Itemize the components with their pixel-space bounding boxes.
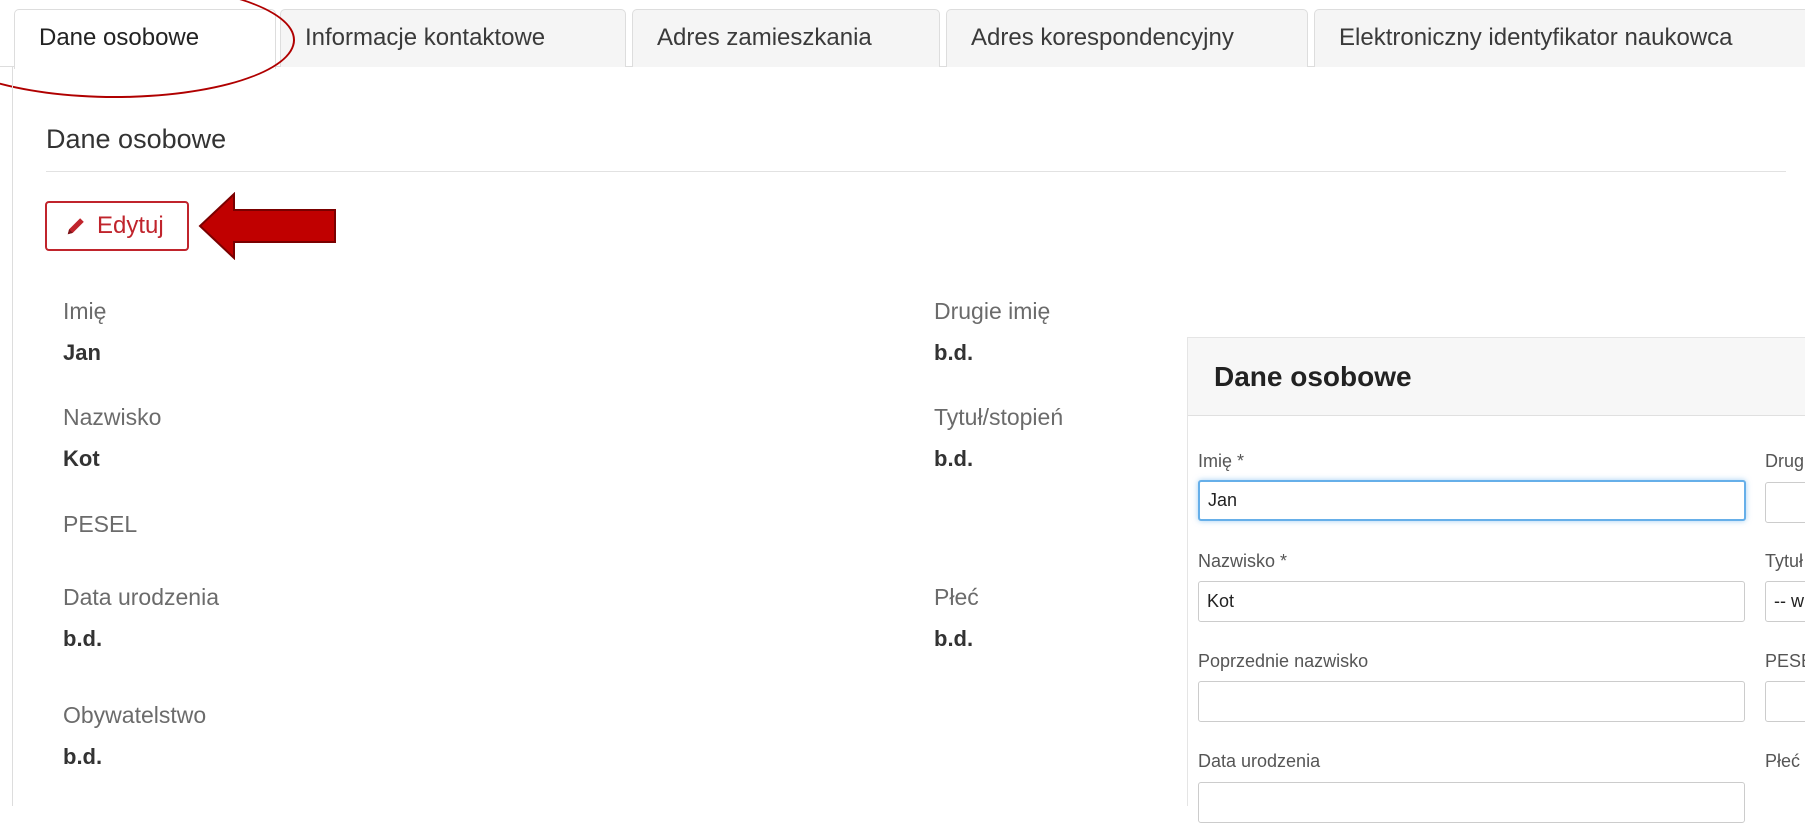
form-label-tytul: Tytuł	[1765, 551, 1804, 571]
imie-input[interactable]	[1198, 480, 1746, 521]
form-label-poprzednie-nazwisko: Poprzednie nazwisko	[1198, 651, 1369, 671]
pencil-icon	[67, 218, 84, 235]
drugie-imie-input[interactable]	[1765, 482, 1805, 523]
form-label-data-urodzenia: Data urodzenia	[1198, 751, 1321, 771]
field-value-imie: Jan	[63, 340, 101, 365]
field-label-nazwisko: Nazwisko	[63, 404, 162, 430]
tytul-select[interactable]: -- w	[1765, 581, 1805, 622]
form-label-drugie-imie: Drug	[1765, 451, 1805, 471]
form-label-nazwisko: Nazwisko *	[1198, 551, 1288, 571]
field-value-tytul: b.d.	[934, 446, 974, 471]
field-label-pesel: PESEL	[63, 511, 138, 537]
edit-form-header: Dane osobowe	[1188, 338, 1805, 416]
field-value-nazwisko: Kot	[63, 446, 100, 471]
field-label-tytul: Tytuł/stopień	[934, 404, 1064, 430]
form-label-imie: Imię *	[1198, 451, 1245, 471]
field-label-data-urodzenia: Data urodzenia	[63, 584, 219, 610]
tab-elektroniczny-identyfikator[interactable]: Elektroniczny identyfikator naukowca	[1314, 9, 1805, 67]
left-arrow-annotation	[198, 192, 336, 260]
field-label-drugie-imie: Drugie imię	[934, 298, 1051, 324]
field-label-plec: Płeć	[934, 584, 979, 610]
field-value-obywatelstwo: b.d.	[63, 744, 103, 769]
field-label-imie: Imię	[63, 298, 107, 324]
form-label-plec: Płeć	[1765, 751, 1801, 771]
field-value-plec: b.d.	[934, 626, 974, 651]
tab-bar: Dane osobowe Informacje kontaktowe Adres…	[0, 0, 1805, 69]
field-value-drugie-imie: b.d.	[934, 340, 974, 365]
section-title: Dane osobowe	[46, 124, 227, 154]
tab-dane-osobowe[interactable]: Dane osobowe	[14, 9, 276, 69]
pesel-input[interactable]	[1765, 681, 1805, 722]
poprzednie-nazwisko-input[interactable]	[1198, 681, 1745, 722]
nazwisko-input[interactable]	[1198, 581, 1745, 622]
data-urodzenia-input[interactable]	[1198, 782, 1745, 823]
edit-button-label: Edytuj	[97, 212, 164, 239]
edit-form-overlay: Dane osobowe Imię * Drug Nazwisko * Tytu…	[1187, 337, 1805, 823]
tab-adres-zamieszkania[interactable]: Adres zamieszkania	[632, 9, 940, 67]
edit-button[interactable]: Edytuj	[45, 201, 189, 251]
edit-form-title: Dane osobowe	[1214, 361, 1412, 392]
section-divider	[46, 171, 1786, 172]
tab-adres-korespondencyjny[interactable]: Adres korespondencyjny	[946, 9, 1308, 67]
form-label-pesel: PESEL	[1765, 651, 1805, 671]
field-label-obywatelstwo: Obywatelstwo	[63, 702, 207, 728]
tab-informacje-kontaktowe[interactable]: Informacje kontaktowe	[280, 9, 626, 67]
field-value-data-urodzenia: b.d.	[63, 626, 103, 651]
